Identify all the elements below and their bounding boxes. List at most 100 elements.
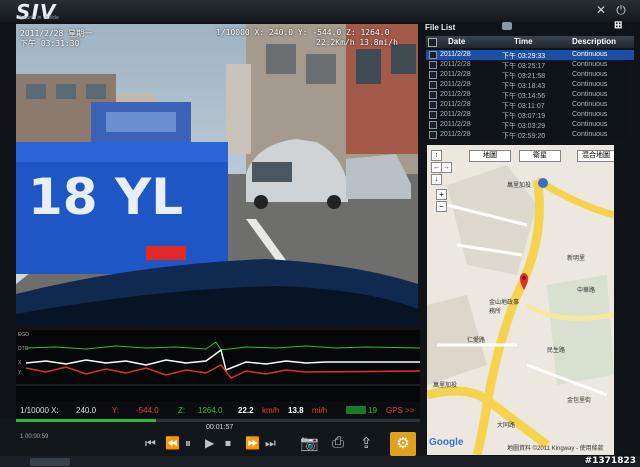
row-checkbox[interactable] (429, 61, 437, 69)
video-speed-readout: 22.2Km/h 13.8mi/h (316, 38, 398, 47)
map-label-village: 新明里 (567, 256, 586, 262)
graph-label-dtg: DTG (18, 346, 29, 352)
row-desc: Continuous (572, 101, 608, 108)
status-kmh-unit: km/h (262, 406, 280, 415)
row-desc: Continuous (572, 51, 608, 58)
row-date: 2011/2/28 (440, 61, 471, 68)
pan-up-icon[interactable]: ↑ (431, 150, 442, 161)
zoom-in-icon[interactable]: + (436, 189, 447, 200)
seek-bar[interactable] (16, 419, 420, 422)
row-desc: Continuous (572, 121, 608, 128)
close-icon[interactable]: ✕ (594, 3, 608, 17)
play-icon[interactable]: ▶ (205, 436, 214, 450)
file-list-row[interactable]: 2011/2/28 下午 03:11:07 Continuous (426, 100, 634, 110)
taskbar-button[interactable] (30, 458, 70, 466)
file-list-row[interactable]: 2011/2/28 下午 03:14:56 Continuous (426, 90, 634, 100)
file-list-row[interactable]: 2011/2/28 下午 03:07:19 Continuous (426, 110, 634, 120)
sensor-waveform (16, 341, 421, 386)
row-checkbox[interactable] (429, 91, 437, 99)
zoom-out-icon[interactable]: − (436, 201, 447, 212)
row-date: 2011/2/28 (440, 71, 471, 78)
telemetry-bar: 1/10000 X: 240.0 Y: -544.0 Z: 1264.0 22.… (16, 402, 420, 418)
file-list-row[interactable]: 2011/2/28 下午 03:18:43 Continuous (426, 80, 634, 90)
file-list-header: Date Time Description (426, 36, 634, 48)
map-type-map[interactable]: 地圖 (469, 150, 511, 162)
select-all-checkbox[interactable] (428, 38, 437, 47)
file-list-row[interactable]: 2011/2/28 下午 02:59:20 Continuous (426, 130, 634, 140)
folder-icon[interactable] (502, 22, 512, 30)
map-label-wanli: 萬里加投 (433, 383, 458, 389)
pause-icon[interactable]: ⏸ (185, 436, 191, 451)
watermark: #1371823 (584, 456, 636, 466)
map-label-jinbaoli: 金包里街 (567, 398, 592, 404)
export-icon[interactable]: ⇪ (360, 434, 373, 452)
video-player[interactable]: 18 YL 2011/2/28 星期一 下午 03:31:30 1/10000 … (16, 24, 418, 326)
stop-icon[interactable]: ⏹ (225, 436, 231, 451)
column-description[interactable]: Description (572, 37, 616, 46)
map-copyright[interactable]: 地圖資料 ©2011 Kingway - 使用條款 (507, 443, 604, 452)
print-icon[interactable]: ⎙ (332, 434, 344, 451)
map-type-hybrid[interactable]: 混合地圖 (577, 150, 614, 162)
status-y-label: Y: (112, 406, 120, 415)
row-desc: Continuous (572, 81, 608, 88)
video-sensor-readout: 1/10000 X: 240.0 Y: -544.0 Z: 1264.0 (216, 28, 390, 37)
title-bar: SIV Security in Vehicle ✕ ⏻ (0, 0, 640, 24)
status-y-value: -544.0 (136, 406, 159, 415)
prev-file-icon[interactable]: ⏮ (145, 436, 156, 451)
status-zoom-x-label: 1/10000 X: (20, 406, 59, 415)
column-date[interactable]: Date (448, 37, 465, 46)
file-list-row[interactable]: 2011/2/28 下午 03:21:58 Continuous (426, 70, 634, 80)
row-desc: Continuous (572, 61, 608, 68)
row-time: 下午 02:59:20 (502, 133, 546, 140)
column-time[interactable]: Time (514, 37, 533, 46)
google-logo: Google (429, 437, 464, 448)
row-desc: Continuous (572, 131, 608, 138)
row-date: 2011/2/28 (440, 111, 471, 118)
signal-icon (346, 406, 366, 414)
status-x-value: 240.0 (76, 406, 97, 415)
row-desc: Continuous (572, 111, 608, 118)
row-date: 2011/2/28 (440, 91, 471, 98)
power-icon[interactable]: ⏻ (614, 3, 628, 17)
video-frame: 18 YL (16, 24, 418, 326)
row-desc: Continuous (572, 91, 608, 98)
snapshot-icon[interactable]: 📷 (300, 434, 319, 452)
map-panel[interactable]: 地圖 衛星 混合地圖 ↑ ← → ↓ + − 萬里加投 金山地政事務所 新明里 … (427, 145, 614, 455)
row-date: 2011/2/28 (440, 131, 471, 138)
graph-label-ego: EGO (18, 332, 30, 338)
settings-icon[interactable]: ⚙ (390, 432, 416, 456)
taskbar (0, 456, 640, 467)
file-list-row[interactable]: 2011/2/28 下午 03:25:17 Continuous (426, 60, 634, 70)
seek-progress (16, 419, 156, 422)
row-checkbox[interactable] (429, 51, 437, 59)
row-date: 2011/2/28 (440, 81, 471, 88)
row-date: 2011/2/28 (440, 121, 471, 128)
logo-subtitle: Security in Vehicle (18, 15, 59, 21)
status-speed-mph: 13.8 (288, 406, 304, 415)
fast-forward-icon[interactable]: ⏩ (245, 436, 260, 450)
file-list-row[interactable]: 2011/2/28 下午 03:29:33 Continuous (426, 50, 634, 60)
file-list-row[interactable]: 2011/2/28 下午 03:03:29 Continuous (426, 120, 634, 130)
next-file-icon[interactable]: ⏭ (265, 436, 276, 451)
file-list-title: File List ⊞ (425, 20, 623, 32)
map-label-minsheng: 民生路 (547, 348, 566, 354)
status-z-value: 1264.0 (198, 406, 223, 415)
row-checkbox[interactable] (429, 81, 437, 89)
map-label-zhonghua: 中華路 (577, 288, 596, 294)
pan-down-icon[interactable]: ↓ (431, 174, 442, 185)
playback-controls: 00:01:57 1 00:00:59 ⏮ ⏪ ⏸ ▶ ⏹ ⏩ ⏭ 📷 ⎙ ⇪ … (0, 418, 425, 458)
pan-right-icon[interactable]: → (441, 162, 452, 173)
row-checkbox[interactable] (429, 101, 437, 109)
map-type-satellite[interactable]: 衛星 (519, 150, 561, 162)
add-icon[interactable]: ⊞ (614, 20, 622, 31)
row-checkbox[interactable] (429, 121, 437, 129)
map-label-landmark: 金山地政事務所 (489, 300, 520, 315)
graph-label-y: Y (18, 370, 22, 376)
truck-plate-text: 18 YL (28, 168, 183, 226)
row-checkbox[interactable] (429, 111, 437, 119)
rewind-icon[interactable]: ⏪ (165, 436, 180, 450)
row-checkbox[interactable] (429, 71, 437, 79)
row-checkbox[interactable] (429, 131, 437, 139)
status-gps-link[interactable]: GPS >> (386, 406, 414, 415)
status-mph-unit: mi/h (312, 406, 328, 415)
